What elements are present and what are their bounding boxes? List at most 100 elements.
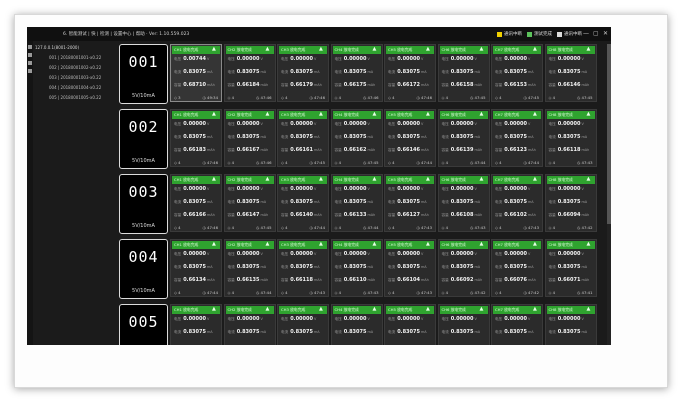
upload-icon[interactable]: ▲	[480, 112, 485, 117]
upload-icon[interactable]: ▲	[587, 47, 592, 52]
upload-icon[interactable]: ▲	[319, 112, 324, 117]
channel-cell[interactable]: CH4 放电完成 ▲ 电压 0.00000V 电流 0.83075mA 容量 0.66175m…	[330, 44, 383, 102]
upload-icon[interactable]: ▲	[373, 307, 378, 312]
upload-icon[interactable]: ▲	[212, 242, 217, 247]
upload-icon[interactable]: ▲	[533, 307, 538, 312]
refresh-icon[interactable]	[28, 53, 32, 57]
minimize-button[interactable]: —	[583, 30, 589, 37]
channel-cell[interactable]: CH6 放电完成 ▲ 电压 0.00000V 电流 0.83075mA 容量 0.66092m…	[437, 239, 490, 297]
channel-cell[interactable]: CH2 放电完成 ▲ 电压 0.00000V 电流 0.83075mA	[223, 304, 276, 345]
upload-icon[interactable]: ▲	[212, 47, 217, 52]
channel-cell[interactable]: CH8 放电完成 ▲ 电压 0.00000V 电流 0.83075mA 容量 0.66118m…	[544, 109, 597, 167]
upload-icon[interactable]: ▲	[587, 112, 592, 117]
channel-cell[interactable]: CH6 放电完成 ▲ 电压 0.00000V 电流 0.83075mA	[437, 304, 490, 345]
channel-cell[interactable]: CH1 放电完成 ▲ 电压 0.00000V 电流 0.83075mA 容量 0.66183m…	[170, 109, 222, 167]
upload-icon[interactable]: ▲	[587, 177, 592, 182]
list-icon[interactable]	[28, 61, 32, 65]
channel-cell[interactable]: CH4 放电完成 ▲ 电压 0.00000V 电流 0.83075mA 容量 0.66162m…	[330, 109, 383, 167]
upload-icon[interactable]: ▲	[266, 112, 271, 117]
channel-cell[interactable]: CH2 放电完成 ▲ 电压 0.00000V 电流 0.83075mA 容量 0.66167m…	[223, 109, 276, 167]
upload-icon[interactable]: ▲	[426, 47, 431, 52]
channel-cell[interactable]: CH1 放电完成 ▲ 电压 0.00000V 电流 0.83075mA 容量 0.66166m…	[170, 174, 222, 232]
channel-cell[interactable]: CH7 放电完成 ▲ 电压 0.00000V 电流 0.83075mA 容量 0.66123m…	[491, 109, 543, 167]
device-box[interactable]: 0055V/10mA	[119, 304, 168, 345]
tree-item[interactable]: 004 | 20180001004-x0.22	[49, 85, 101, 90]
tree-item[interactable]: 001 | 20180001001-x0.22	[49, 55, 101, 60]
upload-icon[interactable]: ▲	[533, 177, 538, 182]
tree-root[interactable]: 127.0.0.1(8001-2000)	[35, 45, 79, 50]
channel-cell[interactable]: CH5 放电完成 ▲ 电压 0.00000V 电流 0.83075mA 容量 0.66146m…	[384, 109, 436, 167]
channel-cell[interactable]: CH6 放电完成 ▲ 电压 0.00000V 电流 0.83075mA 容量 0.66139m…	[437, 109, 490, 167]
channel-cell[interactable]: CH3 放电完成 ▲ 电压 0.00000V 电流 0.83075mA 容量 0.66118m…	[277, 239, 329, 297]
channel-cell[interactable]: CH6 放电完成 ▲ 电压 0.00000V 电流 0.83075mA 容量 0.66158m…	[437, 44, 490, 102]
upload-icon[interactable]: ▲	[373, 112, 378, 117]
upload-icon[interactable]: ▲	[212, 177, 217, 182]
upload-icon[interactable]: ▲	[319, 307, 324, 312]
upload-icon[interactable]: ▲	[533, 47, 538, 52]
channel-cell[interactable]: CH2 放电完成 ▲ 电压 0.00000V 电流 0.83075mA 容量 0.66135m…	[223, 239, 276, 297]
channel-cell[interactable]: CH3 放电完成 ▲ 电压 0.00000V 电流 0.83075mA 容量 0.66161m…	[277, 109, 329, 167]
upload-icon[interactable]: ▲	[212, 112, 217, 117]
channel-cell[interactable]: CH4 放电完成 ▲ 电压 0.00000V 电流 0.83075mA 容量 0.66110m…	[330, 239, 383, 297]
channel-cell[interactable]: CH2 放电完成 ▲ 电压 0.00000V 电流 0.83075mA 容量 0.66147m…	[223, 174, 276, 232]
home-icon[interactable]	[28, 45, 32, 49]
device-box[interactable]: 004 5V/10mA	[119, 239, 168, 299]
channel-cell[interactable]: CH4 放电完成 ▲ 电压 0.00000V 电流 0.83075mA	[330, 304, 383, 345]
upload-icon[interactable]: ▲	[480, 307, 485, 312]
tree-item[interactable]: 003 | 20180001003-x0.22	[49, 75, 101, 80]
settings-icon[interactable]	[28, 69, 32, 73]
device-box[interactable]: 003 5V/10mA	[119, 174, 168, 234]
channel-cell[interactable]: CH2 放电完成 ▲ 电压 0.00000V 电流 0.83075mA 容量 0.66184m…	[223, 44, 276, 102]
upload-icon[interactable]: ▲	[426, 307, 431, 312]
channel-cell[interactable]: CH4 放电完成 ▲ 电压 0.00000V 电流 0.83075mA 容量 0.66133m…	[330, 174, 383, 232]
tree-item[interactable]: 005 | 20180001005-x0.22	[49, 95, 101, 100]
channel-cell[interactable]: CH1 放电完成 ▲ 电压 0.00744V 电流 0.83075mA 容量 0.68710m…	[170, 44, 222, 102]
channel-cell[interactable]: CH7 放电完成 ▲ 电压 0.00000V 电流 0.83075mA 容量 0.66076m…	[491, 239, 543, 297]
upload-icon[interactable]: ▲	[319, 242, 324, 247]
maximize-button[interactable]: ▢	[593, 30, 599, 37]
device-box[interactable]: 001 5V/10mA	[119, 44, 168, 104]
channel-cell[interactable]: CH5 放电完成 ▲ 电压 0.00000V 电流 0.83075mA 容量 0.66104m…	[384, 239, 436, 297]
upload-icon[interactable]: ▲	[587, 307, 592, 312]
upload-icon[interactable]: ▲	[319, 47, 324, 52]
channel-cell[interactable]: CH8 放电完成 ▲ 电压 0.00000V 电流 0.83075mA 容量 0.66071m…	[544, 239, 597, 297]
upload-icon[interactable]: ▲	[426, 112, 431, 117]
upload-icon[interactable]: ▲	[319, 177, 324, 182]
channel-cell[interactable]: CH7 放电完成 ▲ 电压 0.00000V 电流 0.83075mA	[491, 304, 543, 345]
channel-cell[interactable]: CH7 放电完成 ▲ 电压 0.00000V 电流 0.83075mA 容量 0.66102m…	[491, 174, 543, 232]
upload-icon[interactable]: ▲	[373, 177, 378, 182]
upload-icon[interactable]: ▲	[533, 242, 538, 247]
channel-cell[interactable]: CH1 放电完成 ▲ 电压 0.00000V 电流 0.83075mA	[170, 304, 222, 345]
channel-cell[interactable]: CH6 放电完成 ▲ 电压 0.00000V 电流 0.83075mA 容量 0.66108m…	[437, 174, 490, 232]
upload-icon[interactable]: ▲	[266, 307, 271, 312]
upload-icon[interactable]: ▲	[373, 47, 378, 52]
upload-icon[interactable]: ▲	[587, 242, 592, 247]
upload-icon[interactable]: ▲	[212, 307, 217, 312]
upload-icon[interactable]: ▲	[426, 177, 431, 182]
tree-item[interactable]: 002 | 20180001002-x0.22	[49, 65, 101, 70]
channel-cell[interactable]: CH5 放电完成 ▲ 电压 0.00000V 电流 0.83075mA	[384, 304, 436, 345]
channel-cell[interactable]: CH8 放电完成 ▲ 电压 0.00000V 电流 0.83075mA 容量 0.66146m…	[544, 44, 597, 102]
scrollbar[interactable]	[607, 44, 611, 345]
channel-cell[interactable]: CH8 放电完成 ▲ 电压 0.00000V 电流 0.83075mA 容量 0.66094m…	[544, 174, 597, 232]
channel-cell[interactable]: CH3 放电完成 ▲ 电压 0.00000V 电流 0.83075mA 容量 0.66140m…	[277, 174, 329, 232]
channel-cell[interactable]: CH1 放电完成 ▲ 电压 0.00000V 电流 0.83075mA 容量 0.66134m…	[170, 239, 222, 297]
channel-cell[interactable]: CH7 放电完成 ▲ 电压 0.00000V 电流 0.83075mA 容量 0.66153m…	[491, 44, 543, 102]
device-box[interactable]: 002 5V/10mA	[119, 109, 168, 169]
upload-icon[interactable]: ▲	[480, 47, 485, 52]
upload-icon[interactable]: ▲	[266, 177, 271, 182]
upload-icon[interactable]: ▲	[533, 112, 538, 117]
channel-cell[interactable]: CH3 放电完成 ▲ 电压 0.00000V 电流 0.83075mA 容量 0.66179m…	[277, 44, 329, 102]
upload-icon[interactable]: ▲	[266, 242, 271, 247]
channel-cell[interactable]: CH3 放电完成 ▲ 电压 0.00000V 电流 0.83075mA	[277, 304, 329, 345]
upload-icon[interactable]: ▲	[373, 242, 378, 247]
upload-icon[interactable]: ▲	[426, 242, 431, 247]
upload-icon[interactable]: ▲	[480, 242, 485, 247]
channel-cell[interactable]: CH8 放电完成 ▲ 电压 0.00000V 电流 0.83075mA	[544, 304, 597, 345]
channel-cell[interactable]: CH5 放电完成 ▲ 电压 0.00000V 电流 0.83075mA 容量 0.66127m…	[384, 174, 436, 232]
close-button[interactable]: ✕	[603, 30, 608, 37]
upload-icon[interactable]: ▲	[480, 177, 485, 182]
scrollbar-thumb[interactable]	[607, 44, 611, 224]
channel-cell[interactable]: CH5 放电完成 ▲ 电压 0.00000V 电流 0.83075mA 容量 0.66172m…	[384, 44, 436, 102]
upload-icon[interactable]: ▲	[266, 47, 271, 52]
